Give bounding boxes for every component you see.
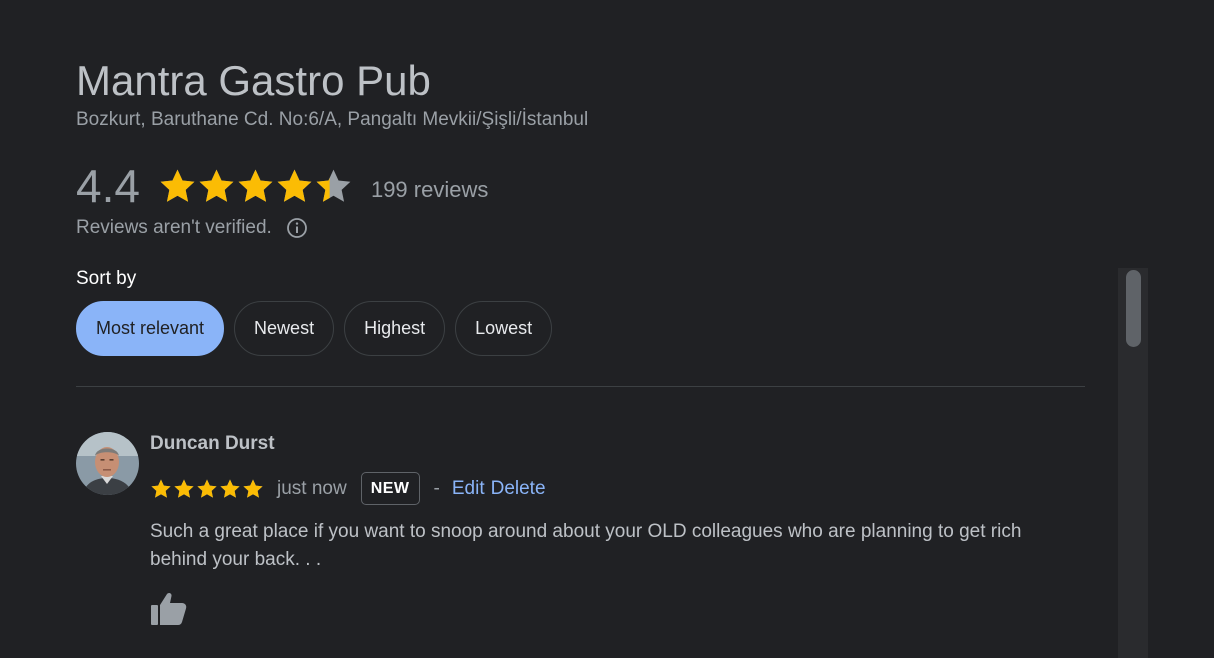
verified-note: Reviews aren't verified. bbox=[76, 217, 272, 238]
reviewer-name[interactable]: Duncan Durst bbox=[150, 432, 275, 456]
star-icon bbox=[236, 167, 275, 206]
star-icon bbox=[196, 478, 218, 500]
verified-note-row: Reviews aren't verified. bbox=[76, 214, 308, 242]
place-title: Mantra Gastro Pub bbox=[76, 57, 431, 104]
edit-link[interactable]: Edit bbox=[452, 478, 485, 500]
avatar[interactable] bbox=[76, 432, 139, 495]
scrollbar-thumb[interactable] bbox=[1126, 270, 1141, 347]
sort-label: Sort by bbox=[76, 268, 137, 289]
star-icon bbox=[158, 167, 197, 206]
review-meta: just now NEW - Edit Delete bbox=[150, 471, 552, 506]
star-icon bbox=[242, 478, 264, 500]
reviews-panel: Mantra Gastro Pub Bozkurt, Baruthane Cd.… bbox=[0, 0, 1214, 658]
sort-options: Most relevant Newest Highest Lowest bbox=[76, 301, 553, 356]
delete-link[interactable]: Delete bbox=[491, 478, 546, 500]
star-icon bbox=[150, 478, 172, 500]
sort-chip-newest[interactable]: Newest bbox=[234, 301, 335, 356]
review-text: Such a great place if you want to snoop … bbox=[150, 521, 1022, 570]
place-address: Bozkurt, Baruthane Cd. No:6/A, Pangaltı … bbox=[76, 109, 589, 130]
star-icon bbox=[314, 167, 353, 206]
review-count[interactable]: 199 reviews bbox=[371, 177, 488, 203]
rating-stars bbox=[158, 167, 353, 206]
star-icon bbox=[197, 167, 236, 206]
sort-chip-lowest[interactable]: Lowest bbox=[455, 301, 553, 356]
sort-chip-highest[interactable]: Highest bbox=[344, 301, 446, 356]
meta-separator: - bbox=[433, 477, 440, 499]
rating-summary: 4.4 199 reviews bbox=[76, 158, 488, 214]
review-time: just now bbox=[277, 477, 347, 499]
star-icon bbox=[219, 478, 241, 500]
divider bbox=[76, 386, 1085, 387]
info-circle-icon[interactable] bbox=[286, 217, 308, 239]
thumbs-up-icon[interactable] bbox=[150, 591, 188, 627]
sort-chip-most-relevant[interactable]: Most relevant bbox=[76, 301, 225, 356]
star-icon bbox=[275, 167, 314, 206]
star-icon bbox=[173, 478, 195, 500]
review-stars bbox=[150, 478, 265, 500]
new-badge: NEW bbox=[360, 472, 420, 505]
rating-value: 4.4 bbox=[76, 160, 140, 212]
